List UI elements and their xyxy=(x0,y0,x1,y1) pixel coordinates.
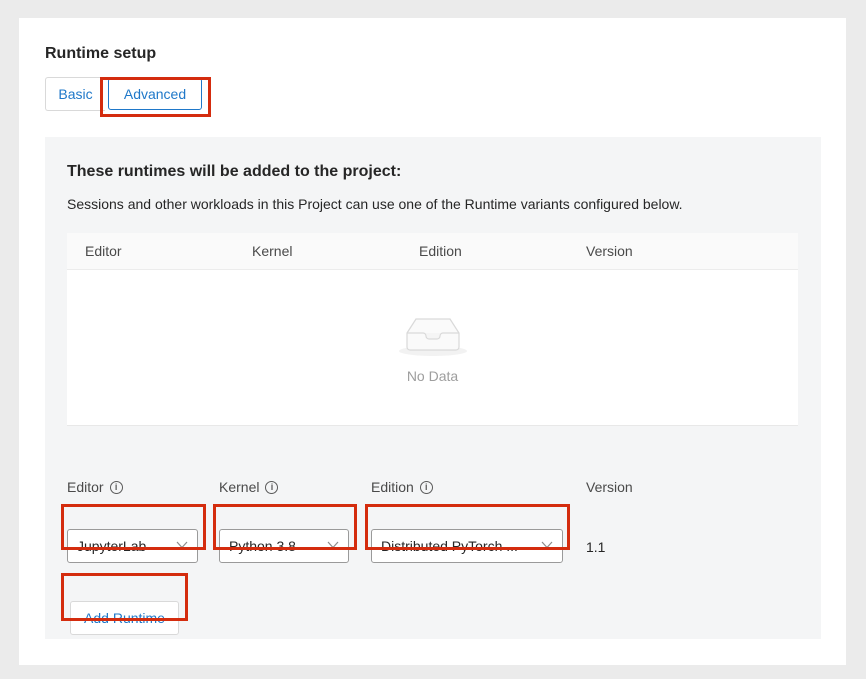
chevron-down-icon xyxy=(541,541,553,549)
kernel-label-text: Kernel xyxy=(219,479,260,495)
column-header-version: Version xyxy=(586,243,633,259)
editor-label: Editor i xyxy=(67,479,123,495)
edition-select-value: Distributed PyTorch ... xyxy=(381,538,518,554)
version-label: Version xyxy=(586,479,633,495)
edition-label-text: Edition xyxy=(371,479,414,495)
table-header: Editor Kernel Edition Version xyxy=(67,233,798,270)
kernel-select[interactable]: Python 3.8 xyxy=(219,529,349,563)
info-icon[interactable]: i xyxy=(265,480,279,494)
column-header-kernel: Kernel xyxy=(252,243,293,259)
version-value: 1.1 xyxy=(586,539,606,555)
info-icon[interactable]: i xyxy=(419,480,433,494)
empty-state-text: No Data xyxy=(406,368,459,384)
column-header-editor: Editor xyxy=(85,243,122,259)
runtime-setup-card: Runtime setup Basic Advanced These runti… xyxy=(19,18,846,665)
runtimes-table: Editor Kernel Edition Version No Data xyxy=(67,233,798,426)
section-title: Runtime setup xyxy=(45,45,157,62)
chevron-down-icon xyxy=(176,541,188,549)
editor-select[interactable]: JupyterLab xyxy=(67,529,198,563)
chevron-down-icon xyxy=(327,541,339,549)
add-runtime-button[interactable]: Add Runtime xyxy=(70,601,179,635)
editor-label-text: Editor xyxy=(67,479,104,495)
runtimes-panel: These runtimes will be added to the proj… xyxy=(45,137,821,639)
panel-title: These runtimes will be added to the proj… xyxy=(67,163,402,180)
version-label-text: Version xyxy=(586,479,633,495)
column-header-edition: Edition xyxy=(419,243,462,259)
tab-basic[interactable]: Basic xyxy=(45,77,105,111)
info-icon[interactable]: i xyxy=(109,480,123,494)
tab-advanced[interactable]: Advanced xyxy=(108,78,202,110)
kernel-select-value: Python 3.8 xyxy=(229,538,296,554)
editor-select-value: JupyterLab xyxy=(77,538,147,554)
panel-description: Sessions and other workloads in this Pro… xyxy=(67,196,683,212)
edition-label: Edition i xyxy=(371,479,433,495)
inbox-icon xyxy=(397,311,469,362)
edition-select[interactable]: Distributed PyTorch ... xyxy=(371,529,563,563)
kernel-label: Kernel i xyxy=(219,479,279,495)
